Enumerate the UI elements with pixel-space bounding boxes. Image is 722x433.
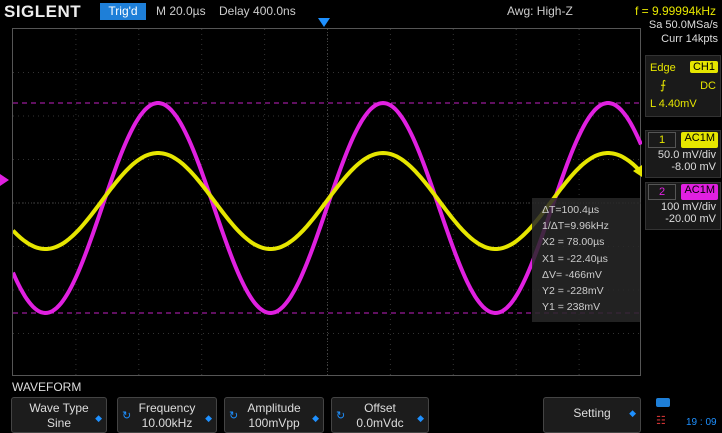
ch2-coupling: AC1M [681, 184, 718, 200]
clock-time: 19 : 09 [686, 417, 717, 428]
trigger-panel[interactable]: Edge CH1 ⨍ DC L 4.40mV [645, 55, 721, 117]
arrow-icon: ◆ [312, 413, 319, 423]
trigger-coupling: DC [700, 80, 716, 92]
ch1-panel[interactable]: 1 AC1M 50.0 mV/div -8.00 mV [645, 130, 721, 178]
setting-button[interactable]: Setting ◆ [543, 397, 641, 433]
offset-button[interactable]: ↻ Offset 0.0mVdc ◆ [331, 397, 429, 433]
cursor-inverse-delta-t: 1/ΔT=9.96kHz [542, 220, 609, 233]
ch1-number: 1 [648, 132, 676, 148]
trigger-source: CH1 [689, 61, 718, 73]
cursor-x1: X1 = -22.40µs [542, 252, 608, 265]
wave-type-label: Wave Type [29, 401, 89, 415]
arrow-icon: ◆ [629, 408, 636, 418]
ch2-scale: 100 mV/div [660, 201, 716, 213]
arrow-icon: ◆ [417, 413, 424, 423]
ch1-scale: 50.0 mV/div [657, 149, 716, 161]
awg-load: Awg: High-Z [507, 4, 573, 18]
cursor-delta-t: ΔT=100.4µs [542, 204, 600, 216]
frequency-label: Frequency [138, 401, 196, 415]
ch2-panel[interactable]: 2 AC1M 100 mV/div -20.00 mV [645, 182, 721, 230]
arrow-icon: ◆ [95, 413, 102, 423]
rising-edge-icon: ⨍ [660, 78, 667, 92]
cursor-x2: X2 = 78.00µs [542, 236, 605, 249]
offset-value: 0.0mVdc [356, 416, 404, 430]
trigger-position-marker[interactable] [318, 18, 330, 27]
knob-icon: ↻ [122, 410, 132, 422]
frequency-button[interactable]: ↻ Frequency 10.00kHz ◆ [117, 397, 217, 433]
trigger-delay[interactable]: Delay 400.0ns [219, 4, 296, 18]
ch2-number: 2 [648, 184, 676, 200]
trigger-type: Edge [650, 62, 676, 74]
menu-title: WAVEFORM [12, 380, 82, 394]
amplitude-label: Amplitude [247, 401, 301, 415]
knob-icon: ↻ [229, 410, 239, 422]
setting-label: Setting [573, 406, 611, 420]
ch1-coupling: AC1M [681, 132, 718, 148]
wave-type-button[interactable]: Wave Type Sine ◆ [11, 397, 107, 433]
cursor-y1: Y1 = 238mV [542, 301, 601, 314]
memory-depth: Curr 14kpts [661, 33, 718, 45]
timebase[interactable]: M 20.0µs [156, 4, 206, 18]
trigger-level: L 4.40mV [650, 98, 697, 110]
ch1-offset: -8.00 mV [671, 161, 716, 173]
frequency-value: 10.00kHz [141, 416, 193, 430]
knob-icon: ↻ [336, 410, 346, 422]
frequency-counter: f = 9.99994kHz [634, 4, 716, 18]
ch2-offset: -20.00 mV [665, 213, 716, 225]
cursor-delta-v: ΔV= -466mV [542, 268, 602, 281]
ch1-trigger-level-marker[interactable] [633, 165, 642, 177]
sample-rate: Sa 50.0MSa/s [648, 19, 718, 31]
arrow-icon: ◆ [205, 413, 212, 423]
cursor-measurements: ΔT=100.4µs 1/ΔT=9.96kHz X2 = 78.00µs X1 … [532, 198, 640, 322]
amplitude-button[interactable]: ↻ Amplitude 100mVpp ◆ [224, 397, 324, 433]
wave-type-value: Sine [46, 416, 72, 430]
siglent-logo: SIGLENT [4, 2, 82, 21]
ch2-ground-marker[interactable] [0, 174, 9, 186]
trigger-status: Trig'd [100, 3, 146, 20]
offset-label: Offset [364, 401, 396, 415]
amplitude-value: 100mVpp [248, 416, 300, 430]
usb-icon [656, 398, 670, 407]
network-icon: ☷ [656, 415, 666, 427]
cursor-y2: Y2 = -228mV [542, 285, 604, 298]
